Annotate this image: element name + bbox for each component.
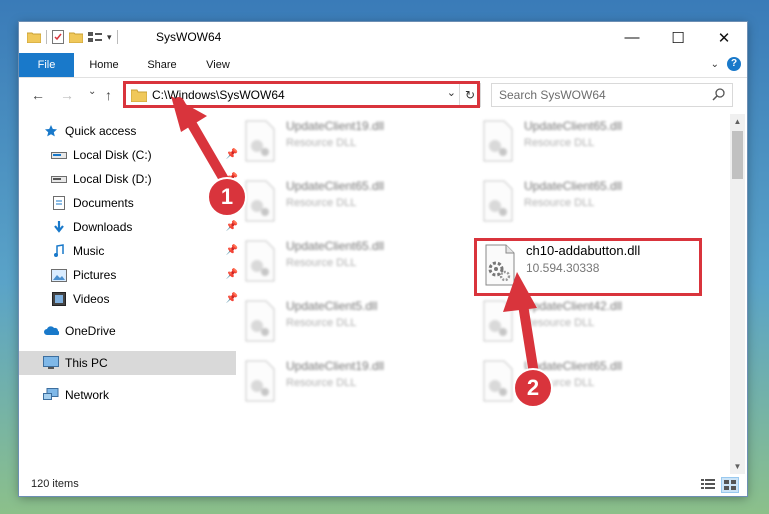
help-button[interactable]: ?	[727, 57, 741, 71]
large-icons-view-icon[interactable]	[721, 477, 739, 493]
window-title: SysWOW64	[156, 30, 222, 44]
file-name: UpdateClient65.dll	[524, 119, 623, 133]
scroll-up-icon[interactable]: ▲	[730, 114, 745, 129]
sidebar-item-network[interactable]: Network	[19, 383, 236, 407]
scroll-down-icon[interactable]: ▼	[730, 459, 745, 474]
star-icon	[43, 123, 59, 139]
file-item[interactable]: UpdateClient19.dll Resource DLL	[236, 354, 466, 406]
file-type: Resource DLL	[286, 137, 357, 149]
explorer-window: ▾ SysWOW64 — ☐ ✕ File Home Share View ⌄ …	[19, 22, 747, 496]
file-name: UpdateClient65.dll	[286, 179, 385, 193]
dll-file-icon	[483, 180, 513, 222]
documents-icon	[51, 195, 67, 211]
dll-file-icon	[245, 240, 275, 282]
tab-file[interactable]: File	[19, 53, 74, 77]
sidebar-item-label: This PC	[65, 356, 108, 370]
back-button[interactable]: ←	[31, 87, 45, 103]
computer-icon	[43, 355, 59, 371]
file-name: UpdateClient5.dll	[286, 299, 378, 313]
search-placeholder: Search SysWOW64	[499, 88, 606, 102]
file-item[interactable]: UpdateClient65.dll Resource DLL	[236, 174, 466, 226]
view-options-icon[interactable]	[88, 31, 102, 43]
sidebar-item-label: Downloads	[73, 220, 133, 234]
file-type: Resource DLL	[286, 317, 357, 329]
sidebar-item-label: Documents	[73, 196, 134, 210]
status-bar: 120 items	[19, 474, 747, 496]
quick-access-toolbar: ▾	[27, 30, 118, 44]
ribbon: File Home Share View ⌄ ?	[19, 53, 747, 78]
file-item[interactable]: UpdateClient5.dll Resource DLL	[236, 294, 466, 346]
file-item[interactable]: UpdateClient65.dll Resource DLL	[474, 174, 704, 226]
tab-share[interactable]: Share	[139, 53, 185, 77]
sidebar-item-label: Pictures	[73, 268, 117, 282]
scrollbar-thumb[interactable]	[732, 131, 743, 179]
new-folder-icon[interactable]	[69, 31, 83, 43]
file-item[interactable]: UpdateClient65.dll Resource DLL	[236, 234, 466, 286]
cloud-icon	[43, 323, 59, 339]
up-button[interactable]: ↑	[105, 87, 112, 103]
file-item[interactable]: UpdateClient19.dll Resource DLL	[236, 114, 466, 166]
recent-locations-button[interactable]: ⌄	[88, 86, 96, 97]
sidebar-item-music[interactable]: Music 📌	[19, 239, 244, 263]
sidebar-item-label: Local Disk (C:)	[73, 148, 152, 162]
file-list: UpdateClient19.dll Resource DLL UpdateCl…	[214, 114, 729, 474]
step-marker-1: 1	[207, 177, 247, 217]
chevron-down-icon[interactable]: ▾	[107, 32, 112, 43]
sidebar-item-label: Videos	[73, 292, 110, 306]
music-icon	[51, 243, 67, 259]
divider	[116, 30, 118, 44]
file-name: UpdateClient19.dll	[286, 119, 385, 133]
dll-file-icon	[245, 360, 275, 402]
properties-icon[interactable]	[52, 30, 64, 44]
ribbon-controls: ⌄ ?	[711, 57, 741, 71]
download-icon	[51, 219, 67, 235]
folder-icon[interactable]	[27, 31, 41, 43]
sidebar-item-label: Network	[65, 388, 110, 402]
close-button[interactable]: ✕	[701, 22, 747, 53]
search-input[interactable]: Search SysWOW64	[491, 83, 733, 107]
file-name: UpdateClient65.dll	[286, 239, 385, 253]
pictures-icon	[51, 267, 67, 283]
expand-ribbon-icon[interactable]: ⌄	[711, 59, 719, 70]
item-count: 120 items	[31, 478, 79, 490]
sidebar-item-this-pc[interactable]: This PC	[19, 351, 236, 375]
videos-icon	[51, 291, 67, 307]
details-view-icon[interactable]	[701, 477, 715, 491]
step-marker-2: 2	[513, 368, 553, 408]
dll-file-icon	[245, 300, 275, 342]
file-type: Resource DLL	[286, 257, 357, 269]
maximize-button[interactable]: ☐	[655, 22, 701, 53]
caption-buttons: — ☐ ✕	[609, 22, 747, 53]
file-name: UpdateClient65.dll	[524, 179, 623, 193]
sidebar-item-label: OneDrive	[65, 324, 116, 338]
search-icon	[712, 88, 725, 101]
file-type: Resource DLL	[524, 137, 595, 149]
sidebar-item-label: Quick access	[65, 124, 137, 138]
sidebar-item-label: Local Disk (D:)	[73, 172, 152, 186]
sidebar-item-label: Music	[73, 244, 105, 258]
dll-file-icon	[483, 120, 513, 162]
network-icon	[43, 387, 59, 403]
forward-button[interactable]: →	[60, 87, 74, 103]
file-type: Resource DLL	[286, 377, 357, 389]
sidebar-item-onedrive[interactable]: OneDrive	[19, 319, 236, 343]
file-type: Resource DLL	[524, 197, 595, 209]
divider	[46, 30, 47, 44]
drive-icon	[51, 147, 67, 163]
file-item[interactable]: UpdateClient65.dll Resource DLL	[474, 114, 704, 166]
title-bar: ▾ SysWOW64 — ☐ ✕	[19, 22, 747, 53]
minimize-button[interactable]: —	[609, 22, 655, 53]
tab-view[interactable]: View	[195, 53, 241, 77]
sidebar-item-downloads[interactable]: Downloads 📌	[19, 215, 244, 239]
navigation-bar: ← → ⌄ ↑ C:\Windows\SysWOW64 ⌄ ↻ Search S…	[19, 78, 747, 112]
sidebar-item-pictures[interactable]: Pictures 📌	[19, 263, 244, 287]
drive-icon	[51, 171, 67, 187]
file-name: UpdateClient19.dll	[286, 359, 385, 373]
file-type: Resource DLL	[286, 197, 357, 209]
vertical-scrollbar[interactable]: ▲ ▼	[730, 114, 745, 474]
sidebar-item-videos[interactable]: Videos 📌	[19, 287, 244, 311]
tab-home[interactable]: Home	[81, 53, 127, 77]
view-switcher	[701, 477, 739, 493]
